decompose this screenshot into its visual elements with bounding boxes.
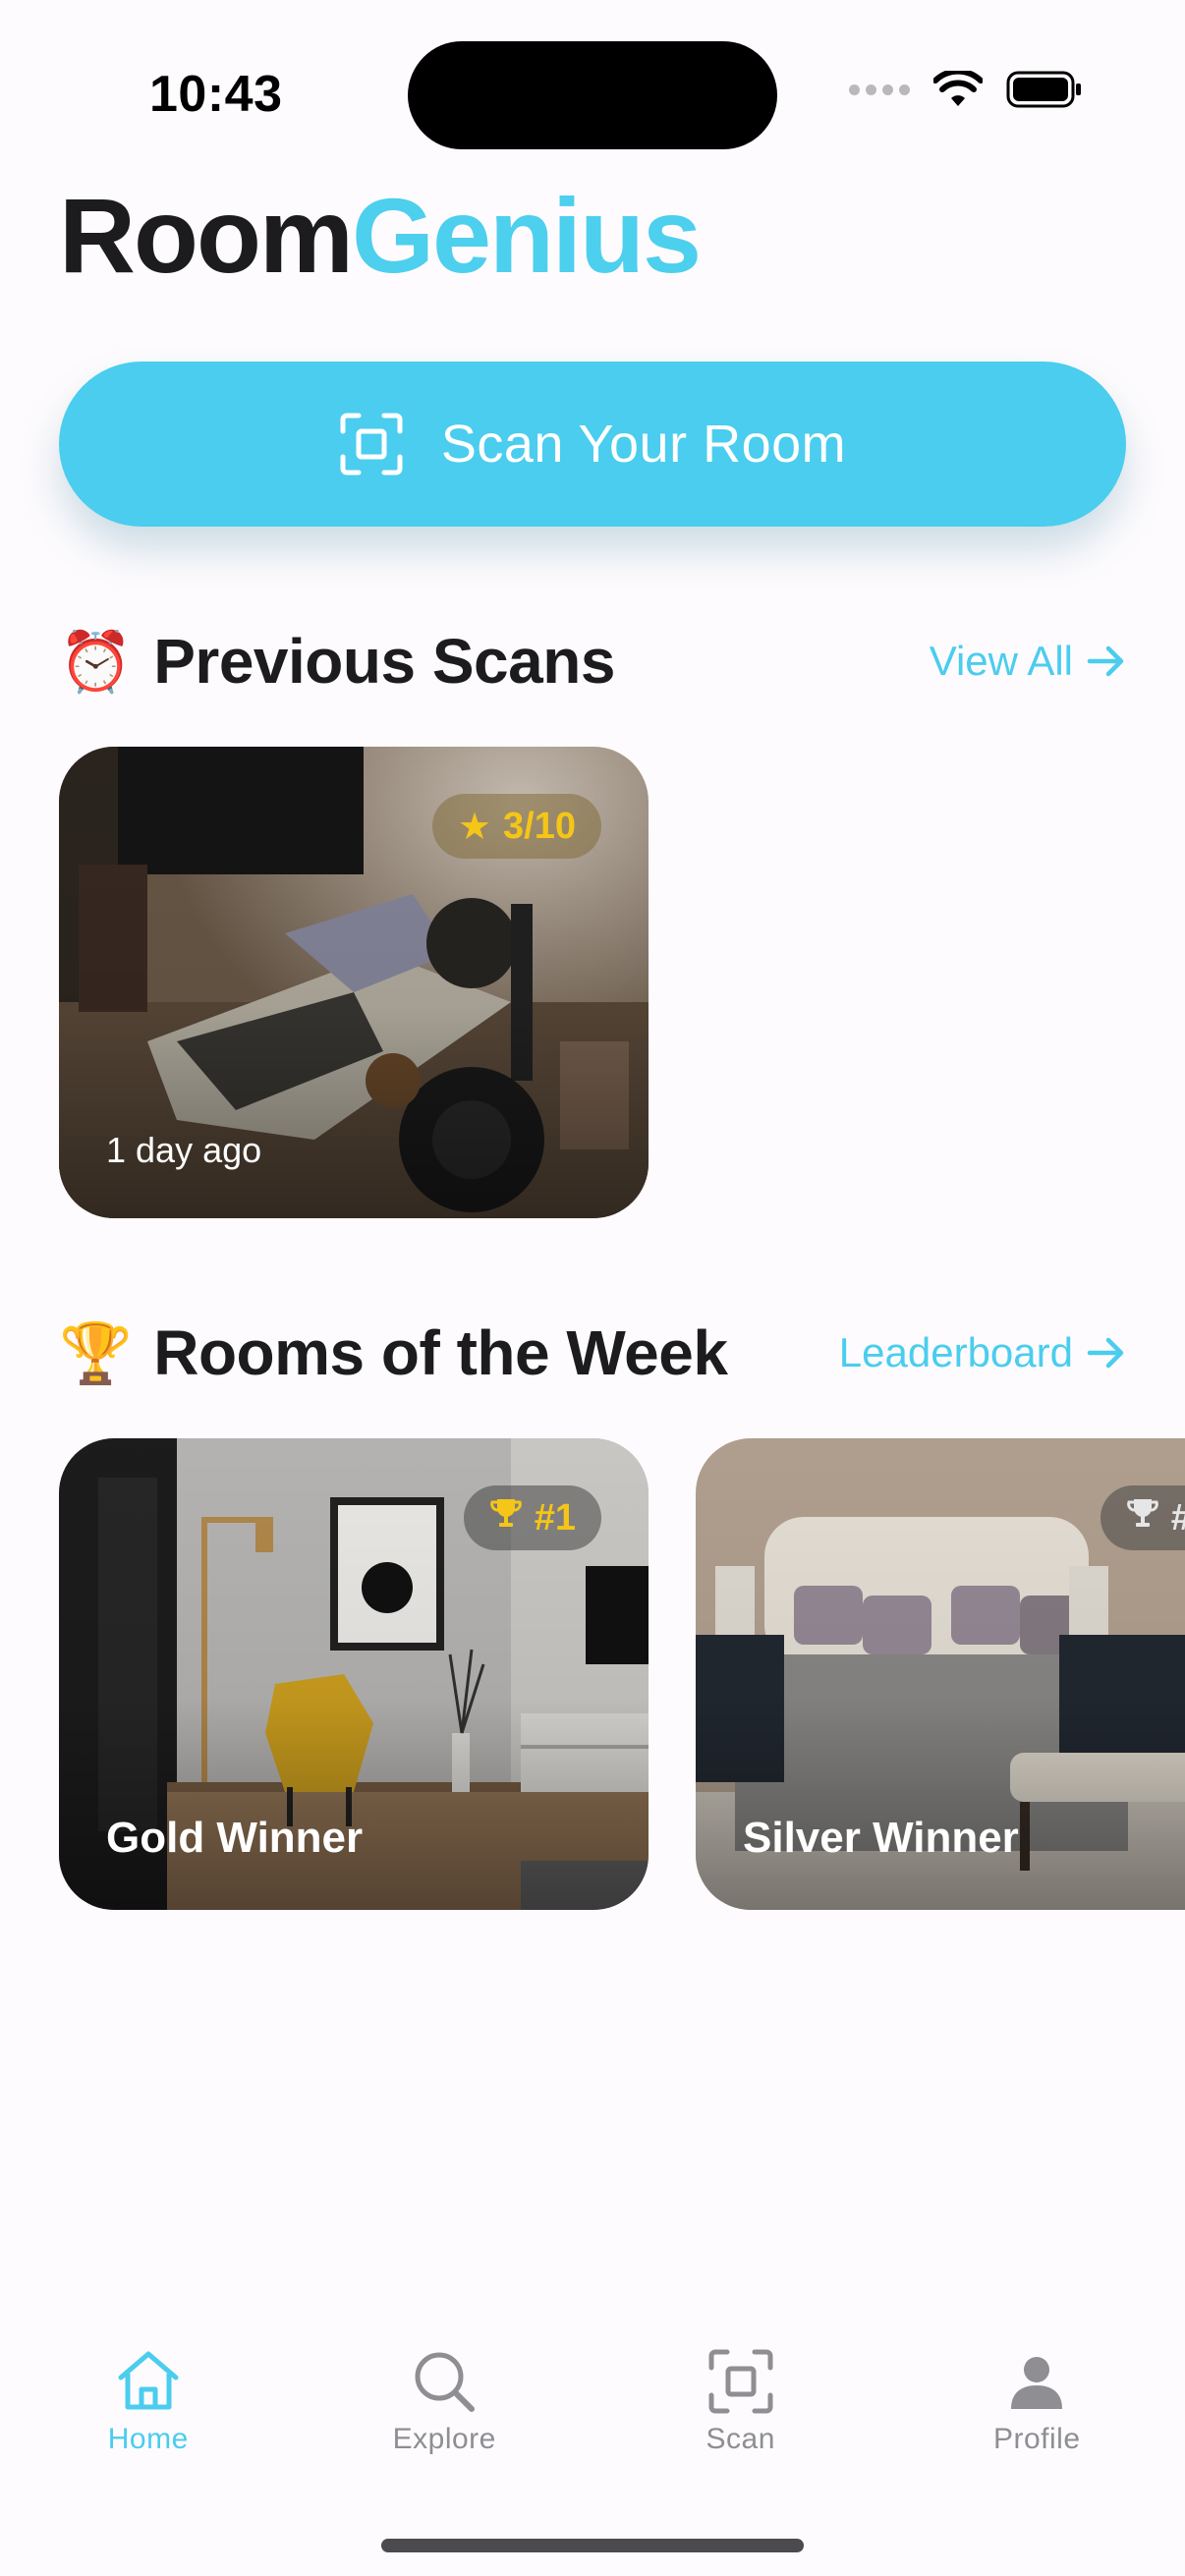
battery-icon [1006,71,1081,108]
search-icon [415,2352,476,2412]
star-icon: ★ [457,806,492,848]
previous-scan-card[interactable]: ★ 3/10 1 day ago [59,747,649,1218]
gold-winner-caption: Gold Winner [106,1814,364,1862]
rank-badge: #2 [1100,1485,1185,1550]
leaderboard-link[interactable]: Leaderboard [839,1329,1126,1376]
arrow-right-icon [1087,645,1124,677]
rank-text: #1 [534,1496,576,1539]
home-indicator [381,2539,804,2552]
tab-profile[interactable]: Profile [889,2319,1185,2476]
home-icon [118,2351,179,2410]
rank-badge: #1 [463,1485,601,1550]
rank-text: #2 [1171,1497,1185,1540]
scan-time-text: 1 day ago [106,1130,262,1170]
previous-scans-title: ⏰ Previous Scans [59,625,615,698]
silver-winner-card[interactable]: #2 Silver Winner [696,1438,1185,1910]
cellular-signal-icon [849,84,910,95]
app-title: RoomGenius [59,183,702,289]
rating-badge: ★ 3/10 [431,794,601,859]
tab-scan-label: Scan [705,2423,775,2455]
gold-winner-card[interactable]: #1 Gold Winner [59,1438,649,1910]
tab-home-label: Home [107,2423,189,2455]
view-all-label: View All [929,638,1073,684]
tab-profile-label: Profile [992,2423,1081,2455]
rating-text: 3/10 [503,805,576,847]
previous-scans-title-text: Previous Scans [153,626,615,697]
tab-explore-label: Explore [392,2423,496,2455]
tab-bar: Home Explore Scan Profile [0,2319,1185,2476]
scan-room-button-label: Scan Your Room [440,415,847,474]
previous-scans-header: ⏰ Previous Scans View All [59,617,1126,705]
tab-home[interactable]: Home [0,2319,297,2476]
scan-frame-icon [340,413,403,476]
arrow-right-icon [1087,1337,1124,1369]
rooms-of-week-title-text: Rooms of the Week [153,1317,728,1388]
dynamic-island [408,41,777,149]
trophy-icon: 🏆 [59,1319,133,1386]
wifi-icon [933,71,983,106]
rooms-of-week-header: 🏆 Rooms of the Week Leaderboard [59,1309,1126,1397]
view-all-link[interactable]: View All [930,638,1126,685]
scan-room-button[interactable]: Scan Your Room [59,362,1126,527]
scan-frame-icon [708,2349,773,2414]
leaderboard-label: Leaderboard [838,1329,1073,1375]
app-title-genius: Genius [351,176,702,295]
silver-winner-caption: Silver Winner [743,1814,1019,1862]
status-time: 10:43 [149,66,283,123]
rooms-of-week-title: 🏆 Rooms of the Week [59,1316,728,1389]
person-icon [1011,2357,1063,2409]
trophy-icon [489,1496,523,1540]
alarm-clock-icon: ⏰ [59,628,133,695]
app-title-room: Room [59,176,354,295]
status-icons [849,71,1083,108]
home-screen: 10:43 RoomGenius Scan Your Room ⏰ Previo… [0,0,1185,2576]
tab-scan[interactable]: Scan [592,2319,889,2476]
tab-explore[interactable]: Explore [297,2319,593,2476]
trophy-icon [1126,1496,1159,1540]
